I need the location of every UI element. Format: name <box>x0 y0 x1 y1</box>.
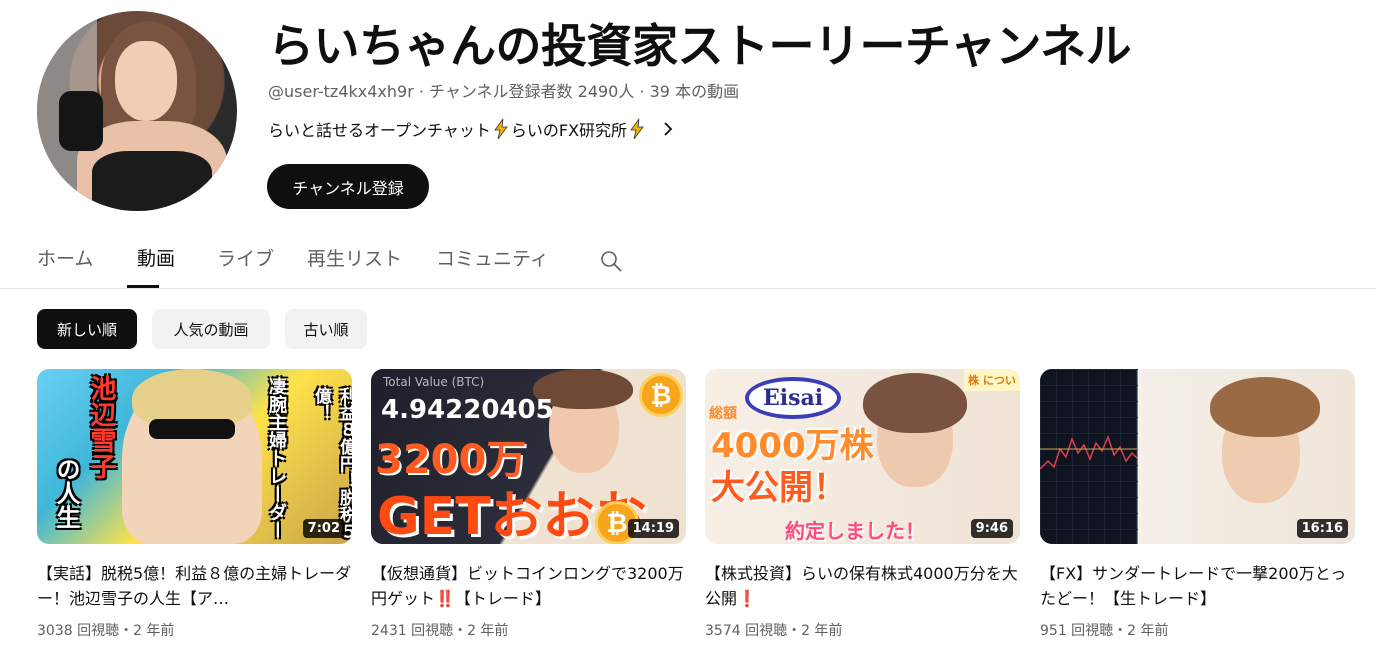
thumbnail-text: 池辺雪子 <box>86 375 116 479</box>
thumbnail-sunglasses <box>149 419 235 439</box>
avatar-sports-top <box>92 151 212 211</box>
chip-newest[interactable]: 新しい順 <box>37 309 137 349</box>
channel-link-text: らいのFX研究所 <box>510 121 628 140</box>
bitcoin-icon: ₿ <box>639 373 683 417</box>
active-tab-indicator <box>127 285 159 288</box>
video-duration: 14:19 <box>627 519 679 538</box>
video-thumbnail[interactable]: 池辺雪子 の人生 凄腕主婦トレーダー 利益８億円！脱税５億！ 7:02 <box>37 369 352 544</box>
video-title[interactable]: 【FX】サンダートレードで一撃200万とったどー！【生トレード】 <box>1040 561 1355 611</box>
channel-meta: @user-tz4kx4xh9r · チャンネル登録者数 2490人 · 39 … <box>268 82 740 101</box>
lightning-icon <box>630 119 644 139</box>
channel-link-prefix: らいと話せるオープンチャット <box>268 121 491 140</box>
avatar-face <box>115 41 177 121</box>
tab-videos[interactable]: 動画 <box>137 244 175 271</box>
tab-playlists[interactable]: 再生リスト <box>307 244 402 271</box>
video-title[interactable]: 【仮想通貨】ビットコインロングで3200万円ゲット‼️【トレード】 <box>371 561 686 611</box>
chart-line <box>1040 434 1138 470</box>
thumbnail-text: 総額 <box>709 406 737 422</box>
subscribe-button[interactable]: チャンネル登録 <box>267 164 429 209</box>
thumbnail-text: 大公開！ <box>711 468 847 508</box>
video-thumbnail[interactable]: Total Value (BTC) 4.94220405 3200万 GETおお… <box>371 369 686 544</box>
channel-tabs: ホーム 動画 ライブ 再生リスト コミュニティ <box>0 232 1376 289</box>
video-duration: 16:16 <box>1296 519 1348 538</box>
video-thumbnail[interactable]: 株 につい Eisai 総額 4000万株 大公開！ 約定しました！ 9:46 <box>705 369 1020 544</box>
tab-home[interactable]: ホーム <box>37 244 93 271</box>
thumbnail-text: の人生 <box>52 457 80 529</box>
thumbnail-text: 約定しました！ <box>785 519 925 543</box>
video-duration: 9:46 <box>970 519 1013 538</box>
video-meta: 3038 回視聴・2 年前 <box>37 623 175 639</box>
thumbnail-hair <box>1210 377 1320 437</box>
thumbnail-text: 株 につい <box>964 369 1020 391</box>
video-title[interactable]: 【株式投資】らいの保有株式4000万分を大公開❗ <box>705 561 1020 611</box>
chevron-right-icon[interactable] <box>661 122 675 136</box>
thumbnail-text: Total Value (BTC) <box>383 375 485 389</box>
chip-oldest[interactable]: 古い順 <box>285 309 367 349</box>
video-meta: 2431 回視聴・2 年前 <box>371 623 509 639</box>
thumbnail-text: 4000万株 <box>711 426 874 466</box>
chip-popular[interactable]: 人気の動画 <box>152 309 270 349</box>
video-card[interactable]: 株 につい Eisai 総額 4000万株 大公開！ 約定しました！ 9:46 … <box>705 369 1020 640</box>
channel-title: らいちゃんの投資家ストーリーチャンネル <box>268 19 1132 73</box>
video-card[interactable]: Total Value (BTC) 4.94220405 3200万 GETおお… <box>371 369 686 640</box>
tab-live[interactable]: ライブ <box>217 244 274 271</box>
video-card[interactable]: 16:16 【FX】サンダートレードで一撃200万とったどー！【生トレード】 9… <box>1040 369 1355 640</box>
video-card[interactable]: 池辺雪子 の人生 凄腕主婦トレーダー 利益８億円！脱税５億！ 7:02 【実話】… <box>37 369 352 640</box>
tab-community[interactable]: コミュニティ <box>436 244 549 271</box>
thumbnail-text: 凄腕主婦トレーダー <box>266 377 287 539</box>
lightning-icon <box>494 119 508 139</box>
channel-avatar[interactable] <box>37 11 237 211</box>
video-meta: 3574 回視聴・2 年前 <box>705 623 843 639</box>
avatar-glove <box>59 91 103 151</box>
video-meta: 951 回視聴・2 年前 <box>1040 623 1169 639</box>
channel-external-link[interactable]: らいと話せるオープンチャット らいのFX研究所 <box>268 117 675 141</box>
video-title[interactable]: 【実話】脱税5億！利益８億の主婦トレーダー！池辺雪子の人生【ア… <box>37 561 352 611</box>
search-icon[interactable] <box>599 249 623 273</box>
video-duration: 7:02 <box>302 519 345 538</box>
thumbnail-text: 4.94220405 <box>381 395 554 425</box>
video-thumbnail[interactable]: 16:16 <box>1040 369 1355 544</box>
thumbnail-hair <box>863 373 967 433</box>
eisai-logo: Eisai <box>745 377 841 419</box>
